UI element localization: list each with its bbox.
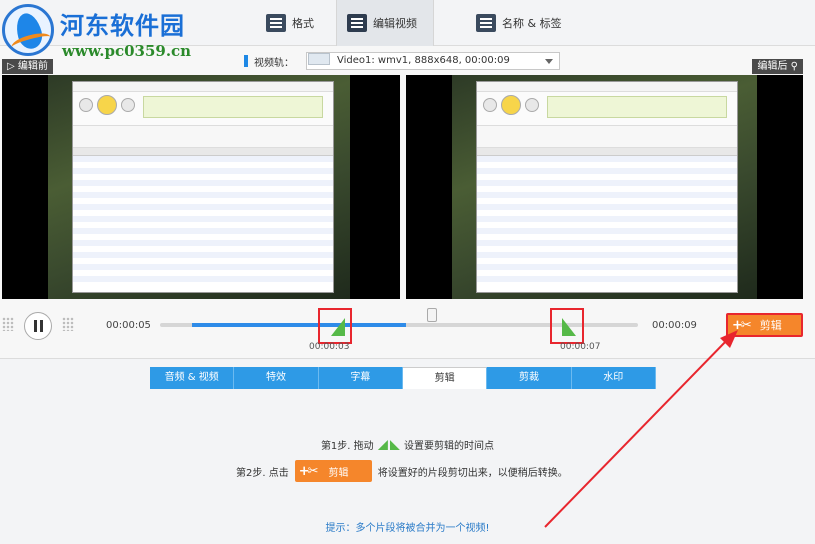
timeline-selection [192,323,406,327]
zoom-icon[interactable]: ⚲ [791,61,798,72]
tab-format[interactable]: 格式 [256,0,324,46]
end-handle-icon [389,440,400,450]
film-edit-icon [347,14,367,32]
preview-frame-window [476,81,738,293]
highlight-box-start [318,308,352,344]
preview-after-frame [452,75,757,299]
preview-before-frame [48,75,350,299]
tab-format-label: 格式 [292,17,314,30]
timeline: 00:00:05 00:00:03 00:00:07 00:00:09 +✂ 剪… [0,305,815,355]
tab-name-tags-label: 名称 & 标签 [502,17,562,30]
subtab-cut[interactable]: 剪辑 [402,367,488,389]
step1-prefix: 第1步. 拖动 [320,441,374,452]
tab-name-tags[interactable]: 名称 & 标签 [466,0,572,46]
preview-after-text: 编辑后 [757,61,788,72]
scissors-plus-icon: +✂ [298,463,319,479]
tab-edit-video-label: 编辑视频 [373,17,417,30]
highlight-box-end [550,308,584,344]
start-handle-icon [377,440,388,450]
grip-dots-icon [62,317,74,331]
subtab-crop[interactable]: 剪裁 [487,367,572,389]
watermark-title: 河东软件园 [60,11,185,40]
cut-end-time: 00:00:07 [560,342,601,352]
end-time: 00:00:09 [652,320,697,331]
preview-before-label: ▷ 编辑前 [2,59,53,74]
edit-panel: 音频 & 视频 特效 字幕 剪辑 剪裁 水印 第1步. 拖动 设置要剪辑的时间点… [0,358,815,544]
video-track-value: Video1: wmv1, 888x648, 00:00:09 [337,55,510,66]
current-time: 00:00:05 [106,320,151,331]
step2-cut-button[interactable]: +✂ 剪辑 [294,460,372,482]
app-window: 格式 编辑视频 名称 & 标签 河东软件园 www.pc0359.cn 视频轨：… [0,0,815,544]
subtab-audio-video[interactable]: 音频 & 视频 [150,367,235,389]
video-track-label: 视频轨： [254,58,294,69]
step2-prefix: 第2步. 点击 [236,467,289,479]
playhead-handle[interactable] [427,308,437,322]
preview-before: ▷ 编辑前 [2,59,400,299]
video-track-row: 视频轨： Video1: wmv1, 888x648, 00:00:09 [0,50,815,72]
subtab-effects[interactable]: 特效 [234,367,319,389]
step2-cut-button-label: 剪辑 [328,467,349,479]
cut-start-time: 00:00:03 [309,342,350,352]
track-thumbnail [308,53,330,65]
tip-text: 提示：多个片段将被合并为一个视频! [325,523,490,534]
preview-after-label: 编辑后 ⚲ [752,59,803,74]
scissors-plus-icon: +✂ [732,317,752,333]
format-icon [266,14,286,32]
subtab-subtitles[interactable]: 字幕 [318,367,403,389]
edit-subtabs: 音频 & 视频 特效 字幕 剪辑 剪裁 水印 [150,367,656,389]
step1-instruction: 第1步. 拖动 设置要剪辑的时间点 [0,437,815,452]
step2-suffix: 将设置好的片段剪切出来，以便稍后转换。 [377,467,568,479]
cut-button-label: 剪辑 [759,319,782,332]
video-track-select[interactable]: Video1: wmv1, 888x648, 00:00:09 [306,52,560,70]
chevron-down-icon [545,59,553,64]
preview-frame-window [72,81,334,293]
grip-dots-icon [2,317,14,331]
track-marker-icon [244,55,248,67]
watermark-logo-icon [2,4,54,56]
cut-button[interactable]: +✂ 剪辑 [726,313,803,337]
step2-instruction: 第2步. 点击 +✂ 剪辑 将设置好的片段剪切出来，以便稍后转换。 [236,460,568,482]
tag-edit-icon [476,14,496,32]
preview-after: 编辑后 ⚲ [406,59,803,299]
tab-edit-video[interactable]: 编辑视频 [336,0,434,46]
subtab-watermark[interactable]: 水印 [571,367,656,389]
pause-button[interactable] [24,312,52,340]
step1-suffix: 设置要剪辑的时间点 [404,441,495,452]
